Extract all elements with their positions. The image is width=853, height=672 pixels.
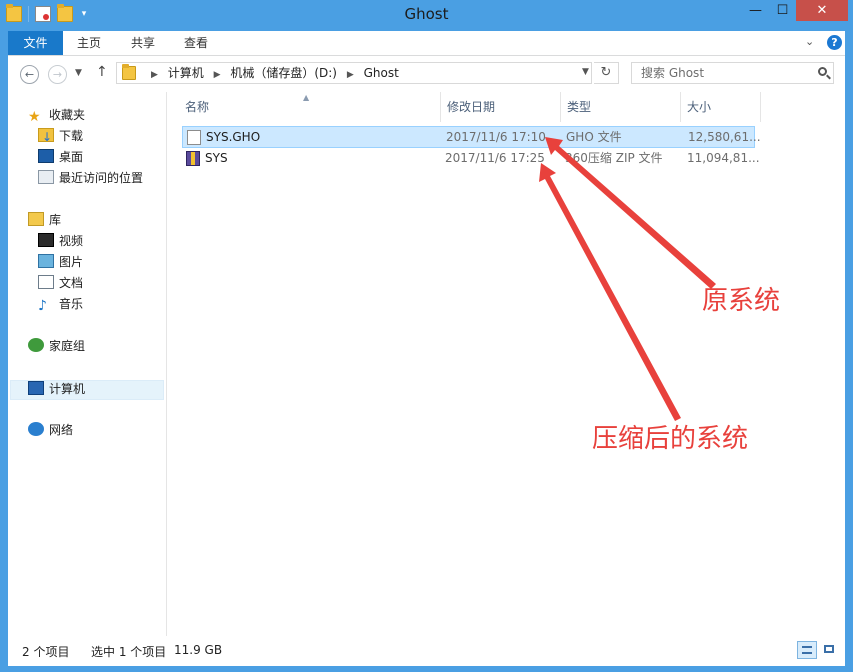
selected-count: 选中 1 个项目 (91, 645, 167, 659)
nav-item-downloads[interactable]: 下载 (38, 126, 84, 147)
desktop-icon (38, 149, 54, 163)
nav-label: 网络 (49, 423, 74, 437)
address-toolbar: ← → ▼ ↑ ▶ 计算机 ▶ 机械（储存盘）(D:) ▶ Ghost ▼ ↻ … (8, 56, 845, 92)
nav-item-documents[interactable]: 文档 (38, 273, 83, 293)
star-icon: ★ (28, 109, 41, 125)
column-header-type[interactable]: 类型 (561, 92, 681, 122)
network-icon (28, 422, 44, 436)
file-size: 11,094,81... (687, 151, 760, 165)
minimize-button[interactable]: — (742, 0, 769, 21)
column-header-name[interactable]: 名称 (179, 92, 441, 122)
tab-share[interactable]: 共享 (116, 31, 170, 55)
search-input[interactable]: 搜索 Ghost (641, 63, 704, 83)
zip-archive-icon (186, 151, 200, 166)
navigation-pane: ★ 收藏夹 下载 桌面 最近访问的位置 库 视频 图片 文档 ♪ 音乐 家庭组 计算… (8, 92, 167, 636)
file-name: SYS.GHO (206, 130, 261, 144)
nav-item-desktop[interactable]: 桌面 (38, 147, 83, 167)
annotation-compressed-system: 压缩后的系统 (592, 424, 749, 454)
nav-item-homegroup[interactable]: 家庭组 (28, 336, 85, 356)
nav-item-videos[interactable]: 视频 (38, 231, 83, 251)
chevron-right-icon: ▶ (151, 70, 158, 80)
file-type: 360压缩 ZIP 文件 (565, 151, 663, 165)
nav-item-recent[interactable]: 最近访问的位置 (38, 168, 143, 188)
address-history-icon[interactable]: ▼ (582, 62, 594, 82)
chevron-right-icon[interactable]: ▶ (347, 70, 354, 80)
breadcrumb-drive[interactable]: 机械（储存盘）(D:) (230, 66, 337, 80)
selected-size: 11.9 GB (174, 643, 223, 657)
nav-label: 音乐 (59, 297, 84, 311)
help-icon[interactable]: ? (827, 35, 842, 50)
homegroup-icon (28, 338, 44, 352)
file-row-sys[interactable]: SYS 2017/11/6 17:25 360压缩 ZIP 文件 11,094,… (182, 148, 760, 170)
nav-label: 下载 (59, 129, 84, 143)
music-icon: ♪ (38, 298, 47, 314)
ribbon-tabs: 文件 主页 共享 查看 ⌄ ? (8, 31, 845, 56)
video-icon (38, 233, 54, 247)
nav-item-music[interactable]: ♪ 音乐 (38, 294, 83, 314)
downloads-icon (38, 127, 54, 147)
annotation-original-system: 原系统 (702, 286, 781, 316)
nav-label: 收藏夹 (49, 108, 86, 122)
nav-item-network[interactable]: 网络 (28, 420, 73, 440)
column-header-date[interactable]: 修改日期 (441, 92, 561, 122)
file-icon (187, 130, 201, 145)
nav-label: 图片 (59, 255, 84, 269)
column-header-size[interactable]: 大小 (681, 92, 761, 122)
pictures-icon (38, 254, 54, 268)
breadcrumb-ghost[interactable]: Ghost (364, 66, 399, 80)
chevron-right-icon[interactable]: ▶ (214, 70, 221, 80)
file-name: SYS (205, 151, 228, 165)
file-date: 2017/11/6 17:25 (445, 151, 545, 165)
file-list: ▲ 名称 修改日期 类型 大小 SYS.GHO 2017/11/6 17:10 … (167, 92, 845, 636)
file-type: GHO 文件 (566, 130, 622, 144)
large-icons-view-icon[interactable] (820, 641, 838, 659)
maximize-button[interactable]: ☐ (769, 0, 796, 21)
explorer-window: ▾ Ghost — ☐ ✕ 文件 主页 共享 查看 ⌄ ? ← → ▼ ↑ ▶ … (0, 0, 853, 672)
file-date: 2017/11/6 17:10 (446, 130, 546, 144)
expand-ribbon-icon[interactable]: ⌄ (805, 35, 819, 49)
file-size: 12,580,61... (688, 130, 761, 144)
tab-file[interactable]: 文件 (8, 31, 63, 55)
nav-item-pictures[interactable]: 图片 (38, 252, 83, 272)
file-row-sys-gho[interactable]: SYS.GHO 2017/11/6 17:10 GHO 文件 12,580,61… (182, 126, 761, 148)
nav-item-favorites[interactable]: ★ 收藏夹 (28, 105, 85, 125)
nav-label: 文档 (59, 276, 84, 290)
nav-label: 最近访问的位置 (59, 171, 144, 185)
status-bar: 2 个项目 选中 1 个项目 11.9 GB (8, 636, 845, 666)
nav-item-libraries[interactable]: 库 (28, 210, 61, 230)
recent-locations-icon[interactable]: ▼ (75, 68, 82, 78)
nav-label: 计算机 (49, 382, 86, 396)
search-box[interactable]: 搜索 Ghost (631, 62, 834, 84)
window-title: Ghost (404, 5, 449, 23)
tab-home[interactable]: 主页 (66, 31, 112, 55)
item-count: 2 个项目 (22, 645, 70, 659)
computer-icon (28, 381, 44, 395)
tab-view[interactable]: 查看 (170, 31, 222, 55)
details-view-icon[interactable] (797, 641, 817, 659)
main-content: ★ 收藏夹 下载 桌面 最近访问的位置 库 视频 图片 文档 ♪ 音乐 家庭组 计算… (8, 92, 845, 636)
close-button[interactable]: ✕ (796, 0, 848, 21)
address-folder-icon (122, 64, 136, 80)
refresh-button[interactable]: ↻ (594, 62, 619, 84)
breadcrumb: ▶ 计算机 ▶ 机械（储存盘）(D:) ▶ Ghost (145, 63, 399, 83)
recent-places-icon (38, 170, 54, 184)
nav-label: 视频 (59, 234, 84, 248)
back-button[interactable]: ← (20, 65, 39, 84)
nav-label: 库 (49, 213, 62, 227)
nav-label: 桌面 (59, 150, 84, 164)
forward-button[interactable]: → (48, 65, 67, 84)
breadcrumb-computer[interactable]: 计算机 (168, 66, 204, 80)
title-bar: ▾ Ghost — ☐ ✕ (0, 0, 853, 31)
libraries-icon (28, 212, 44, 226)
search-icon[interactable] (818, 67, 827, 76)
nav-item-computer[interactable]: 计算机 (28, 379, 85, 399)
documents-icon (38, 275, 54, 289)
up-button[interactable]: ↑ (96, 64, 108, 80)
nav-label: 家庭组 (49, 339, 86, 353)
address-bar[interactable]: ▶ 计算机 ▶ 机械（储存盘）(D:) ▶ Ghost (116, 62, 592, 84)
